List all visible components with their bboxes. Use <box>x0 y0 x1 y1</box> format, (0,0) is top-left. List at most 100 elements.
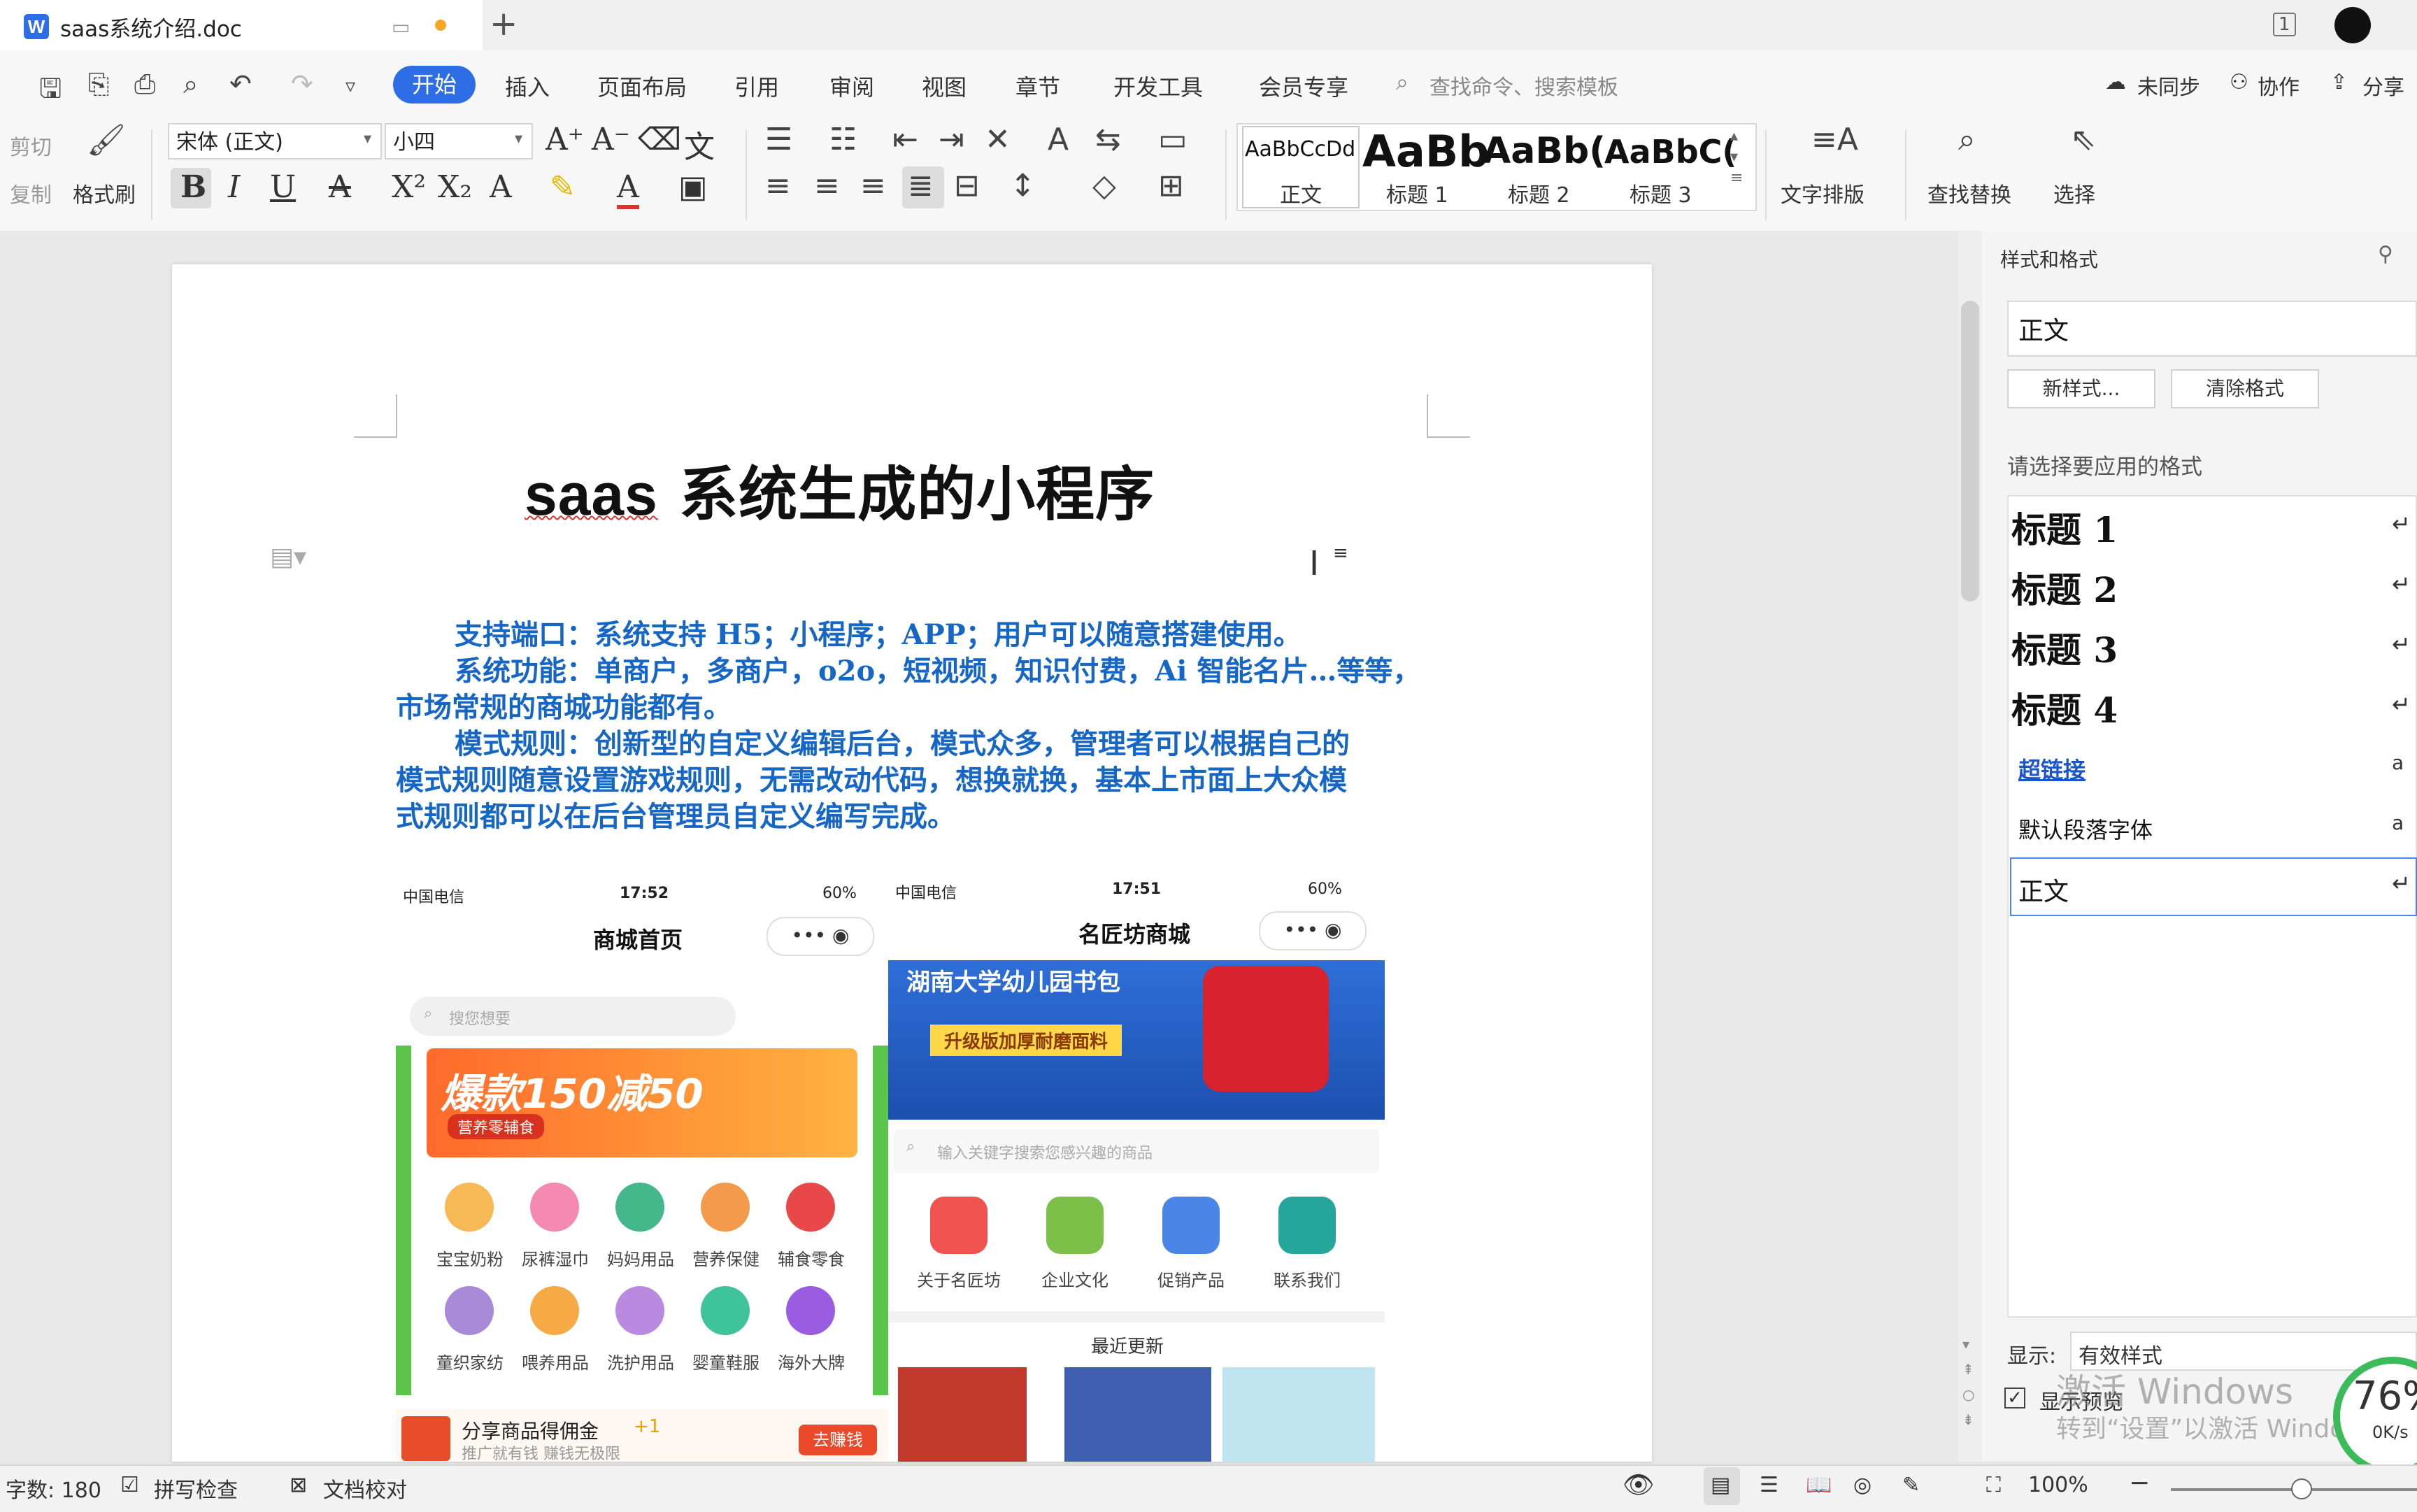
word-count[interactable]: 字数: 180 <box>6 1473 101 1504</box>
distributed-align-icon[interactable]: ⊟ <box>954 168 980 204</box>
highlight-icon[interactable]: ✎ <box>550 169 576 205</box>
paragraph-mark-icon[interactable]: ⇆ <box>1095 122 1121 157</box>
tab-section[interactable]: 章节 <box>1015 70 1060 102</box>
zoom-out-icon[interactable]: − <box>2129 1469 2150 1497</box>
font-size-select[interactable]: 小四 <box>385 123 533 159</box>
tab-insert[interactable]: 插入 <box>505 70 550 102</box>
style-heading3-label[interactable]: 标题 3 <box>1630 178 1692 208</box>
style-default-font-item[interactable]: 默认段落字体 <box>2018 813 2153 845</box>
phonetic-guide-icon[interactable]: 文 <box>684 122 715 166</box>
export-pdf-icon[interactable]: ⎘ <box>88 69 109 100</box>
new-style-button[interactable]: 新样式... <box>2007 369 2155 408</box>
page-nav-icons[interactable]: ▾ ⇞ ○ ⇟ <box>1962 1332 1974 1432</box>
text-effect-icon[interactable]: A <box>490 169 512 205</box>
document-title[interactable]: saas 系统生成的小程序 <box>525 448 1155 532</box>
text-layout-button[interactable]: 文字排版 <box>1781 178 1865 208</box>
redo-icon[interactable]: ↷ <box>291 69 313 99</box>
zoom-slider-handle[interactable] <box>2291 1478 2312 1499</box>
tab-references[interactable]: 引用 <box>734 70 779 102</box>
monitor-icon[interactable]: ▭ <box>392 15 410 38</box>
find-replace-button[interactable]: 查找替换 <box>1927 178 2011 208</box>
clear-format-icon[interactable]: ⌫ <box>638 122 681 157</box>
format-painter-button[interactable]: 格式刷 <box>73 178 136 208</box>
zoom-value[interactable]: 100% <box>2028 1473 2088 1497</box>
format-painter-icon[interactable]: 🖌 <box>87 122 126 158</box>
italic-icon[interactable]: I <box>228 169 240 205</box>
new-tab-button[interactable]: + <box>490 4 518 43</box>
style-normal-preview[interactable]: AaBbCcDd <box>1245 137 1355 162</box>
superscript-icon[interactable]: X² <box>392 169 426 205</box>
select-button[interactable]: 选择 <box>2053 178 2095 208</box>
tab-member[interactable]: 会员专享 <box>1259 70 1348 102</box>
style-hyperlink-item[interactable]: 超链接 <box>2018 753 2086 785</box>
scrollbar-thumb[interactable] <box>1961 301 1979 601</box>
gallery-scroll-icon[interactable]: ▴ ▾ ≡ <box>1730 126 1743 189</box>
paragraph-menu-icon[interactable]: ▤▾ <box>270 543 306 571</box>
undo-icon[interactable]: ↶ <box>229 69 252 99</box>
panel-header[interactable]: 样式和格式 <box>2000 245 2098 273</box>
preview-checkbox[interactable]: ✓ <box>2004 1388 2025 1408</box>
ruler-icon[interactable]: ▭ <box>1158 122 1188 157</box>
style-heading4-item[interactable]: 标题 4 <box>2011 683 2417 733</box>
save-icon[interactable]: 🖫 <box>39 69 62 114</box>
embedded-image-craft-mall[interactable]: 中国电信 17:51 60% 名匠坊商城 ••• ◉ 湖南大学幼儿园书包 升级版… <box>888 878 1385 1462</box>
underline-icon[interactable]: U <box>270 169 296 205</box>
tab-developer[interactable]: 开发工具 <box>1113 70 1203 102</box>
style-heading3-item[interactable]: 标题 3 <box>2011 622 2417 673</box>
share-button[interactable]: 分享 <box>2362 70 2404 101</box>
customize-chevron-icon[interactable]: ▿ <box>345 74 355 97</box>
align-left-icon[interactable]: ≡ <box>765 168 791 204</box>
numbered-list-icon[interactable]: ☷ <box>829 122 857 157</box>
page-indicator[interactable]: 1 <box>2273 13 2296 36</box>
paragraph-features-line1[interactable]: 系统功能：单商户，多商户，o2o，短视频，知识付费，Ai 智能名片…等等， <box>455 653 1497 690</box>
paragraph-rules-line1[interactable]: 模式规则：创新型的自定义编辑后台，模式众多，管理者可以根据自己的 <box>455 726 1497 762</box>
style-heading1-item[interactable]: 标题 1 <box>2011 502 2417 552</box>
tab-page-layout[interactable]: 页面布局 <box>597 70 687 102</box>
eye-protection-icon[interactable]: 👁 <box>1623 1470 1655 1499</box>
print-icon[interactable]: ⎙ <box>134 69 155 100</box>
style-normal-item-selected[interactable] <box>2010 857 2417 916</box>
style-heading2-item[interactable]: 标题 2 <box>2011 562 2417 613</box>
web-view-icon[interactable]: ◎ <box>1853 1473 1871 1497</box>
command-search-input[interactable]: 查找命令、搜索模板 <box>1429 70 1618 101</box>
paragraph-rules-line2[interactable]: 模式规则随意设置游戏规则，无需改动代码，想换就换，基本上市面上大众模 <box>396 762 1438 799</box>
style-heading1-preview[interactable]: AaBb <box>1362 126 1489 177</box>
avatar[interactable] <box>2334 7 2371 43</box>
style-heading1-label[interactable]: 标题 1 <box>1386 178 1448 208</box>
collab-button[interactable]: 协作 <box>2258 70 2300 101</box>
font-color-icon[interactable]: A <box>617 169 639 209</box>
line-spacing-icon[interactable]: ↕ <box>1010 168 1036 204</box>
style-heading2-label[interactable]: 标题 2 <box>1508 178 1570 208</box>
style-heading2-preview[interactable]: AaBb( <box>1483 130 1606 172</box>
style-normal-label[interactable]: 正文 <box>1280 178 1322 208</box>
subscript-icon[interactable]: X₂ <box>438 169 472 205</box>
find-replace-icon[interactable]: ⌕ <box>1958 122 1976 157</box>
doc-proof-button[interactable]: 文档校对 <box>323 1473 407 1504</box>
strikethrough-icon[interactable]: A <box>329 169 351 205</box>
char-border-icon[interactable]: ▣ <box>678 169 708 205</box>
copy-button[interactable]: 复制 <box>10 178 52 208</box>
unsynced-label[interactable]: 未同步 <box>2137 70 2200 101</box>
tab-review[interactable]: 审阅 <box>829 70 874 102</box>
paragraph-ports[interactable]: 支持端口：系统支持 H5；小程序；APP；用户可以随意搭建使用。 <box>455 617 1497 653</box>
bullet-list-icon[interactable]: ☰ <box>765 122 792 157</box>
increase-indent-icon[interactable]: ⇥ <box>939 122 964 157</box>
increase-font-icon[interactable]: A⁺ <box>546 122 584 157</box>
cut-button[interactable]: 剪切 <box>10 130 52 161</box>
pin-icon[interactable]: ⚲ <box>2378 242 2393 266</box>
paragraph-features-line2[interactable]: 市场常规的商城功能都有。 <box>396 690 1438 726</box>
outline-view-icon[interactable]: ☰ <box>1760 1473 1778 1497</box>
text-direction-icon[interactable]: A <box>1048 122 1069 157</box>
text-layout-icon[interactable]: ≡A <box>1811 122 1858 157</box>
justify-icon[interactable]: ≣ <box>908 168 934 204</box>
page-view-icon[interactable]: ▤ <box>1711 1473 1730 1497</box>
paragraph-rules-line3[interactable]: 式规则都可以在后台管理员自定义编写完成。 <box>396 799 1438 835</box>
align-center-icon[interactable]: ≡ <box>814 168 840 204</box>
write-mode-icon[interactable]: ✎ <box>1902 1473 1920 1497</box>
font-name-select[interactable]: 宋体 (正文) <box>168 123 382 159</box>
read-view-icon[interactable]: 📖 <box>1806 1473 1832 1497</box>
print-preview-icon[interactable]: ⌕ <box>183 69 198 100</box>
fit-page-icon[interactable]: ⛶ <box>1986 1473 2001 1497</box>
clear-format-button[interactable]: 清除格式 <box>2171 369 2319 408</box>
select-cursor-icon[interactable]: ⇖ <box>2070 122 2096 157</box>
